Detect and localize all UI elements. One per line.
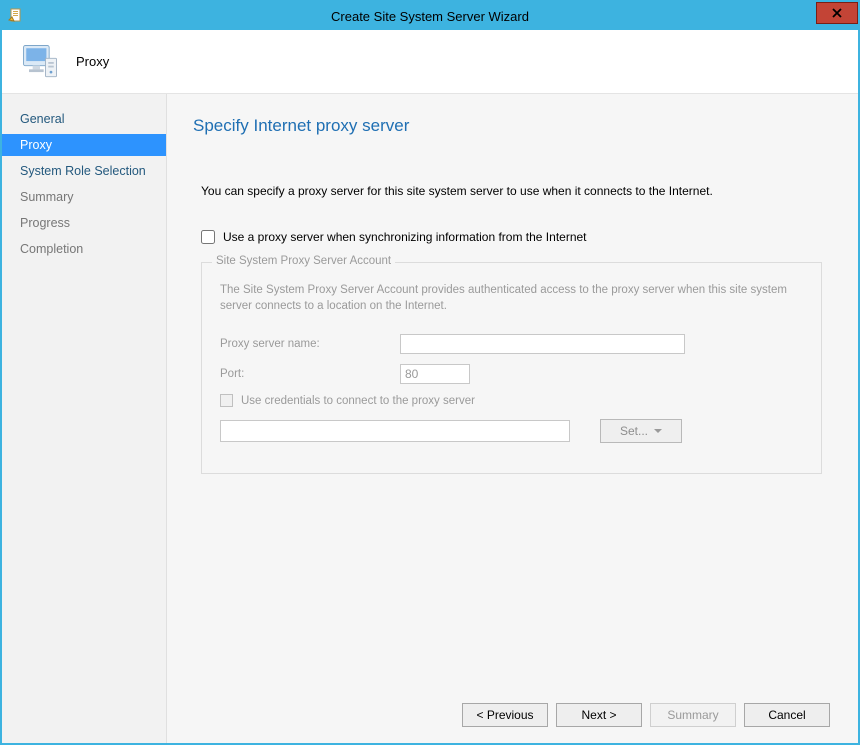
summary-button: Summary (650, 703, 736, 727)
sidebar-item-general[interactable]: General (2, 108, 166, 130)
proxy-server-input (400, 334, 685, 354)
main-panel: Specify Internet proxy server You can sp… (166, 94, 858, 743)
wizard-header: Proxy (2, 30, 858, 94)
use-proxy-label: Use a proxy server when synchronizing in… (223, 230, 587, 244)
proxy-account-fieldset: Site System Proxy Server Account The Sit… (201, 262, 822, 474)
computer-icon (18, 40, 62, 84)
use-proxy-row: Use a proxy server when synchronizing in… (201, 230, 830, 244)
use-credentials-checkbox (220, 394, 233, 407)
use-credentials-row: Use credentials to connect to the proxy … (220, 394, 803, 407)
sidebar: General Proxy System Role Selection Summ… (2, 94, 166, 743)
wizard-footer: < Previous Next > Summary Cancel (193, 683, 830, 727)
use-credentials-label: Use credentials to connect to the proxy … (241, 395, 475, 407)
header-label: Proxy (76, 54, 109, 69)
wizard-body: General Proxy System Role Selection Summ… (2, 94, 858, 743)
credentials-row: Set... (220, 419, 803, 443)
proxy-server-row: Proxy server name: (220, 334, 803, 354)
sidebar-item-system-role-selection[interactable]: System Role Selection (2, 160, 166, 182)
port-label: Port: (220, 368, 390, 380)
set-credentials-button: Set... (600, 419, 682, 443)
chevron-down-icon (654, 429, 662, 433)
use-proxy-checkbox[interactable] (201, 230, 215, 244)
next-button[interactable]: Next > (556, 703, 642, 727)
wizard-window: Create Site System Server Wizard Proxy G… (0, 0, 860, 745)
fieldset-legend: Site System Proxy Server Account (212, 255, 395, 267)
fieldset-info: The Site System Proxy Server Account pro… (220, 283, 803, 314)
close-button[interactable] (816, 2, 858, 24)
titlebar: Create Site System Server Wizard (2, 2, 858, 30)
page-description: You can specify a proxy server for this … (201, 184, 830, 198)
sidebar-item-proxy[interactable]: Proxy (2, 134, 166, 156)
sidebar-item-completion[interactable]: Completion (2, 238, 166, 260)
previous-button[interactable]: < Previous (462, 703, 548, 727)
credentials-input (220, 420, 570, 442)
page-heading: Specify Internet proxy server (193, 116, 830, 136)
window-icon (8, 8, 24, 24)
close-icon (832, 8, 842, 18)
proxy-server-label: Proxy server name: (220, 338, 390, 350)
sidebar-item-summary[interactable]: Summary (2, 186, 166, 208)
window-title: Create Site System Server Wizard (2, 9, 858, 24)
port-row: Port: (220, 364, 803, 384)
port-input (400, 364, 470, 384)
cancel-button[interactable]: Cancel (744, 703, 830, 727)
set-button-label: Set... (620, 424, 648, 438)
sidebar-item-progress[interactable]: Progress (2, 212, 166, 234)
